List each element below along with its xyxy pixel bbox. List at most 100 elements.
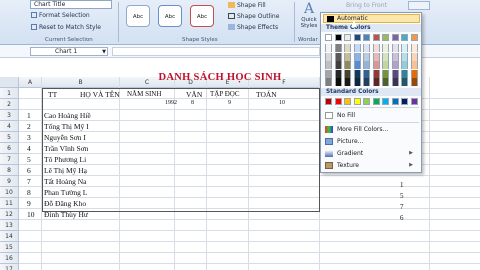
shape-style-thumb-2[interactable]: Abc [158,5,182,27]
theme-shade-swatch[interactable] [401,61,408,69]
shape-outline-button[interactable]: Shape Outline [228,13,279,21]
theme-shade-swatch[interactable] [363,69,370,78]
theme-shade-swatch[interactable] [372,69,380,78]
standard-color-swatch[interactable] [372,98,380,105]
theme-shade-swatch[interactable] [363,52,370,61]
standard-color-swatch[interactable] [401,98,408,105]
picture-option[interactable]: Picture... [321,136,421,147]
theme-shade-swatch[interactable] [391,78,399,86]
arrange-icons[interactable] [408,1,430,10]
row-header-8[interactable]: 8 [0,165,19,176]
theme-shade-swatch[interactable] [391,44,399,52]
theme-shade-swatch[interactable] [334,78,342,86]
theme-color-swatch[interactable] [325,34,332,41]
standard-color-swatch[interactable] [353,98,361,105]
reset-to-match-style-button[interactable]: Reset to Match Style [31,24,101,32]
gradient-option[interactable]: Gradient ▶ [321,148,421,159]
theme-shade-swatch[interactable] [391,52,399,61]
theme-shade-swatch[interactable] [325,69,332,78]
theme-color-swatch[interactable] [382,34,389,41]
row-header-10[interactable]: 10 [0,187,19,198]
column-header-a[interactable]: A [19,77,42,88]
theme-shade-swatch[interactable] [334,61,342,69]
bring-to-front-button[interactable]: Bring to Front [346,1,406,10]
quick-styles-button[interactable]: A Quick Styles [298,1,320,41]
theme-shade-swatch[interactable] [353,44,361,52]
standard-color-swatch[interactable] [344,98,351,105]
theme-color-swatch[interactable] [344,34,351,41]
theme-shade-swatch[interactable] [363,44,370,52]
more-fill-colors-option[interactable]: More Fill Colors... [321,124,421,135]
theme-shade-swatch[interactable] [401,52,408,61]
standard-color-swatch[interactable] [325,98,332,105]
formula-input[interactable] [112,47,320,56]
row-header-16[interactable]: 16 [0,253,19,264]
no-fill-option[interactable]: No Fill [321,110,421,121]
theme-shade-swatch[interactable] [401,69,408,78]
theme-shade-swatch[interactable] [353,69,361,78]
standard-color-swatch[interactable] [410,98,418,105]
theme-shade-swatch[interactable] [334,52,342,61]
row-header-13[interactable]: 13 [0,220,19,231]
theme-shade-swatch[interactable] [391,61,399,69]
theme-color-swatch[interactable] [353,34,361,41]
theme-shade-swatch[interactable] [410,78,418,86]
theme-shade-swatch[interactable] [401,44,408,52]
row-header-4[interactable]: 4 [0,121,19,132]
theme-shade-swatch[interactable] [344,44,351,52]
theme-shade-swatch[interactable] [325,61,332,69]
theme-shade-swatch[interactable] [344,69,351,78]
shape-style-thumb-3[interactable]: Abc [190,5,214,27]
theme-shade-swatch[interactable] [353,52,361,61]
theme-shade-swatch[interactable] [363,61,370,69]
select-all-corner[interactable] [0,77,19,88]
theme-shade-swatch[interactable] [334,44,342,52]
row-header-6[interactable]: 6 [0,143,19,154]
standard-color-swatch[interactable] [382,98,389,105]
theme-shade-swatch[interactable] [325,52,332,61]
theme-color-swatch[interactable] [401,34,408,41]
theme-color-swatch[interactable] [372,34,380,41]
theme-color-swatch[interactable] [410,34,418,41]
theme-shade-swatch[interactable] [410,52,418,61]
theme-shade-swatch[interactable] [372,78,380,86]
theme-color-swatch[interactable] [334,34,342,41]
theme-shade-swatch[interactable] [382,52,389,61]
theme-shade-swatch[interactable] [372,61,380,69]
theme-shade-swatch[interactable] [353,78,361,86]
theme-shade-swatch[interactable] [372,44,380,52]
theme-shade-swatch[interactable] [353,61,361,69]
column-header-b[interactable]: B [42,77,120,88]
theme-shade-swatch[interactable] [344,61,351,69]
shape-effects-button[interactable]: Shape Effects [228,24,278,32]
row-header-9[interactable]: 9 [0,176,19,187]
theme-shade-swatch[interactable] [372,52,380,61]
row-header-3[interactable]: 3 [0,110,19,121]
theme-shade-swatch[interactable] [410,69,418,78]
theme-shade-swatch[interactable] [382,78,389,86]
row-header-14[interactable]: 14 [0,231,19,242]
format-selection-button[interactable]: Format Selection [31,12,90,20]
theme-shade-swatch[interactable] [401,78,408,86]
standard-color-swatch[interactable] [363,98,370,105]
texture-option[interactable]: Texture ▶ [321,160,421,171]
row-header-11[interactable]: 11 [0,198,19,209]
row-header-1[interactable]: 1 [0,88,19,99]
theme-shade-swatch[interactable] [410,61,418,69]
shape-style-thumb-1[interactable]: Abc [126,5,150,27]
theme-shade-swatch[interactable] [382,61,389,69]
theme-shade-swatch[interactable] [363,78,370,86]
shape-fill-button[interactable]: Shape Fill [228,2,266,10]
row-header-17[interactable]: 17 [0,264,19,270]
row-header-15[interactable]: 15 [0,242,19,253]
name-box[interactable]: Chart 1 ▼ [30,47,108,56]
standard-color-swatch[interactable] [334,98,342,105]
theme-shade-swatch[interactable] [382,44,389,52]
theme-shade-swatch[interactable] [344,52,351,61]
theme-shade-swatch[interactable] [334,69,342,78]
row-header-7[interactable]: 7 [0,154,19,165]
theme-shade-swatch[interactable] [325,78,332,86]
row-header-5[interactable]: 5 [0,132,19,143]
row-header-12[interactable]: 12 [0,209,19,220]
theme-shade-swatch[interactable] [382,69,389,78]
